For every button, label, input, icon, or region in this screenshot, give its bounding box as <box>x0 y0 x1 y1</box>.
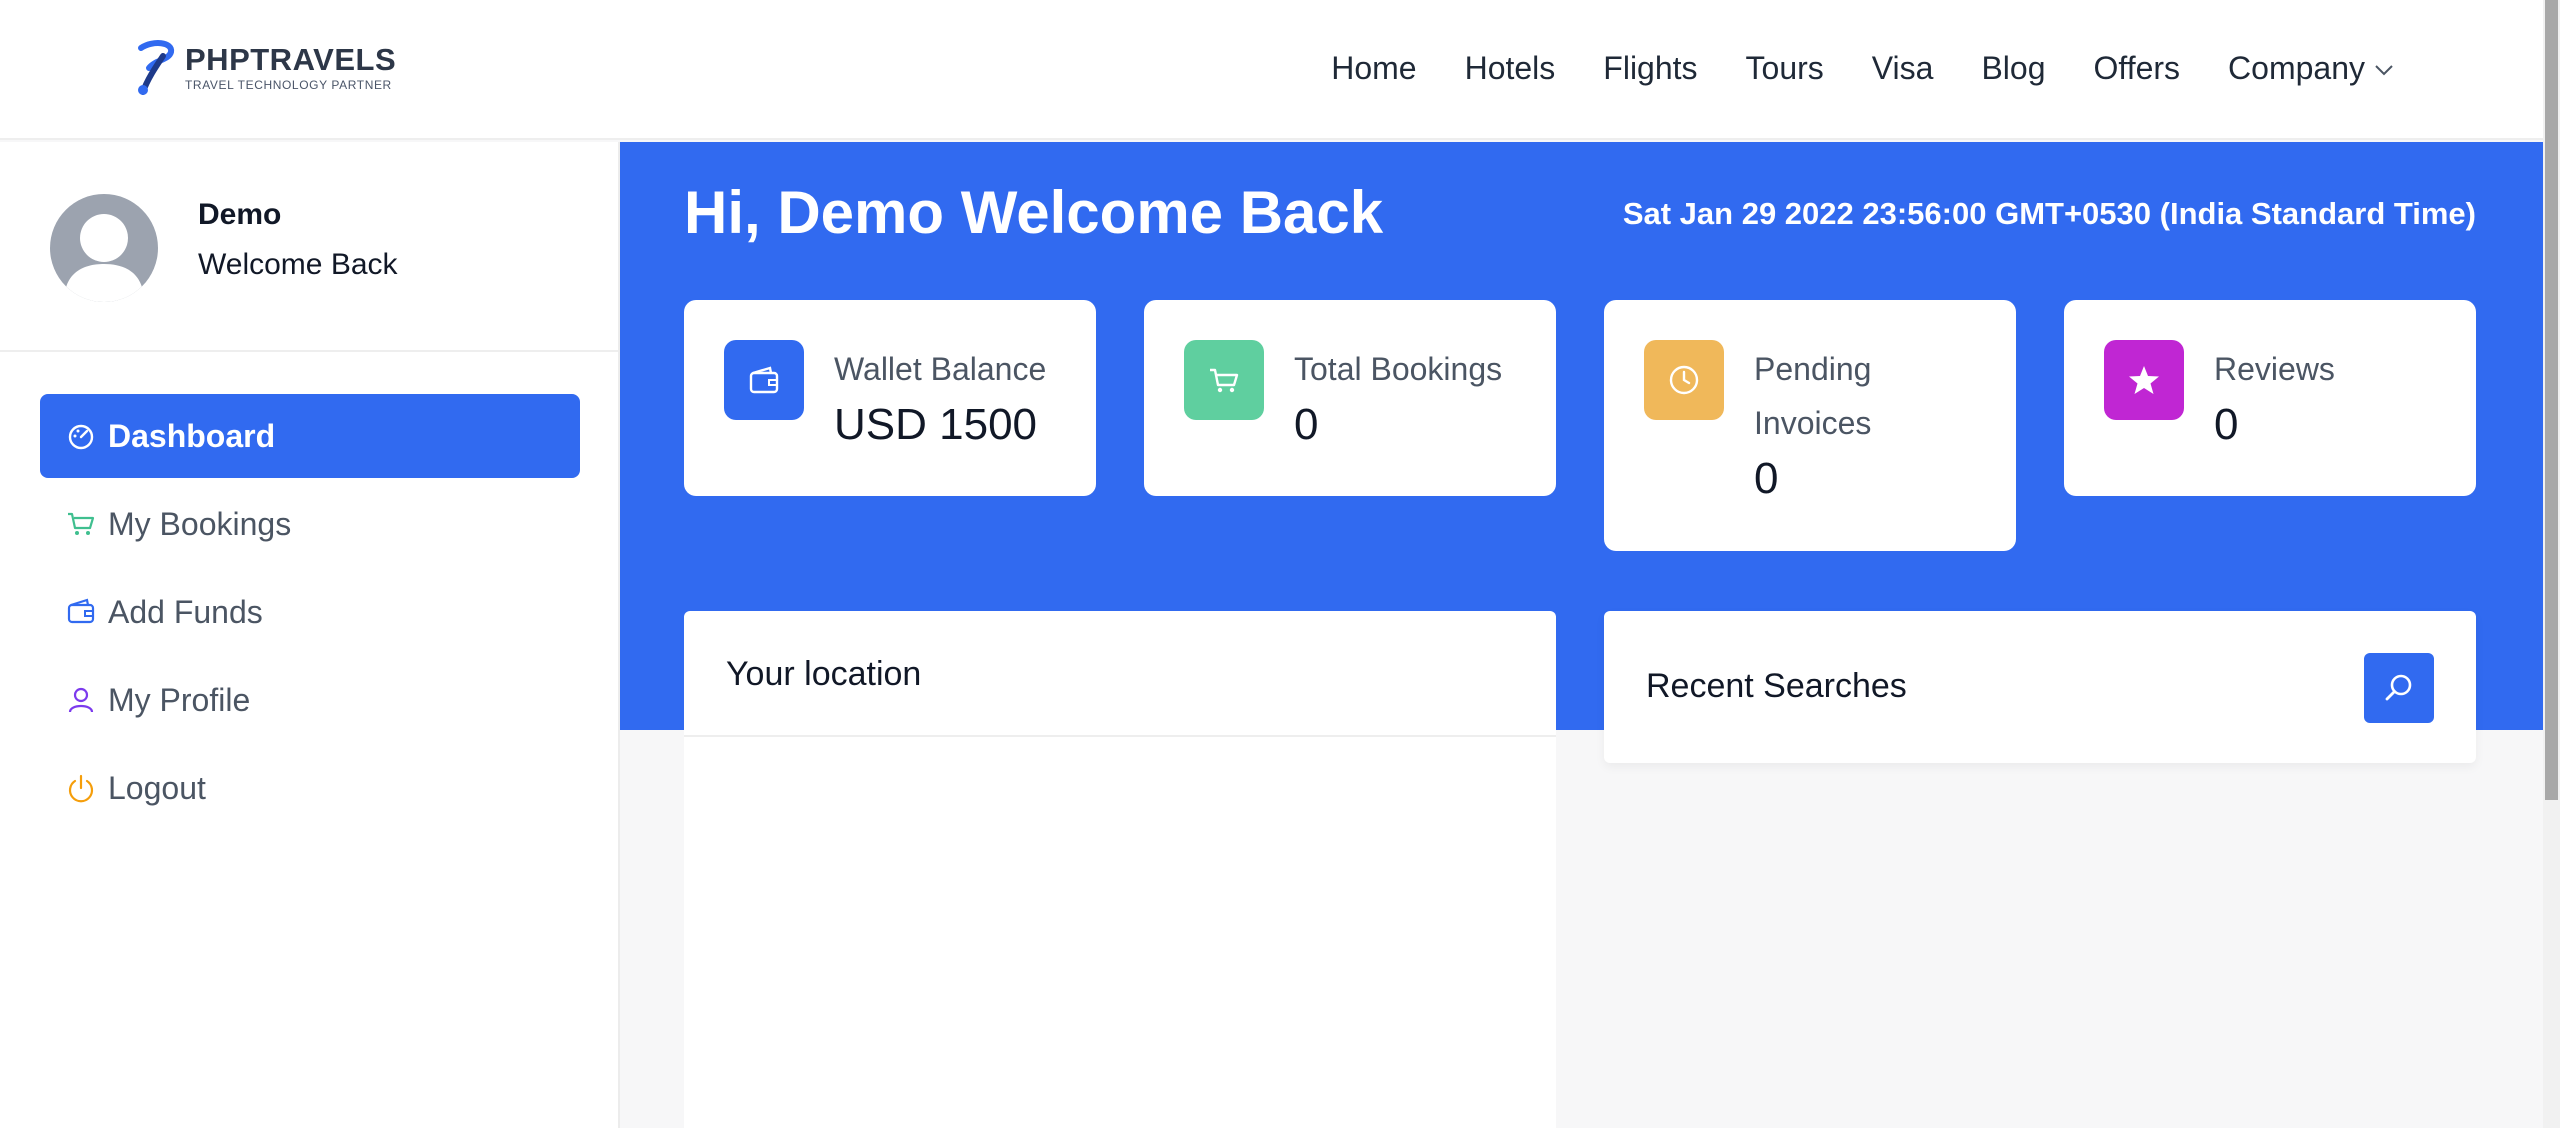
stat-icon-box <box>724 340 804 420</box>
recent-searches-title: Recent Searches <box>1646 667 1907 705</box>
stat-label: Pending Invoices <box>1754 351 1872 441</box>
star-icon <box>2129 366 2159 394</box>
user-icon <box>68 687 94 713</box>
chevron-down-icon <box>2375 65 2393 76</box>
sidebar-item-label: My Bookings <box>108 505 292 542</box>
stat-value: 0 <box>1294 400 1319 449</box>
stat-icon-box <box>1184 340 1264 420</box>
nav-blog[interactable]: Blog <box>1981 46 2045 90</box>
nav-visa[interactable]: Visa <box>1872 46 1934 90</box>
sidebar-item-label: My Profile <box>108 681 251 718</box>
profile-block: Demo Welcome Back <box>0 142 618 352</box>
wallet-icon <box>67 598 95 624</box>
sidebar-item-logout[interactable]: Logout <box>40 746 580 830</box>
top-header: PHPTRAVELS TRAVEL TECHNOLOGY PARTNER Hom… <box>0 0 2543 140</box>
sidebar-item-my-profile[interactable]: My Profile <box>40 658 580 742</box>
search-icon <box>2385 674 2412 701</box>
avatar <box>50 194 158 302</box>
sidebar-item-label: Dashboard <box>108 417 276 454</box>
user-silhouette-icon <box>64 214 144 302</box>
dashboard-gauge-icon <box>68 424 94 450</box>
nav-company-label: Company <box>2228 50 2365 86</box>
stat-value: 0 <box>2214 400 2239 449</box>
sidebar-item-label: Logout <box>108 769 206 806</box>
stat-icon-box <box>1644 340 1724 420</box>
nav-flights[interactable]: Flights <box>1603 46 1697 90</box>
page-title: Hi, Demo Welcome Back <box>684 179 1384 246</box>
brand-logo[interactable]: PHPTRAVELS TRAVEL TECHNOLOGY PARTNER <box>133 38 396 98</box>
panel-divider <box>684 735 1556 737</box>
stat-card-bookings[interactable]: Total Bookings 0 <box>1144 300 1556 496</box>
sidebar-item-label: Add Funds <box>108 593 263 630</box>
nav-offers[interactable]: Offers <box>2094 46 2181 90</box>
sidebar-menu: Dashboard My Bookings Add Funds My Profi… <box>40 394 580 834</box>
cart-icon <box>1210 368 1239 393</box>
nav-company[interactable]: Company <box>2228 46 2395 90</box>
stat-card-pending-invoices[interactable]: Pending Invoices 0 <box>1604 300 2016 551</box>
stat-value: USD 1500 <box>834 400 1038 449</box>
power-icon <box>68 774 94 803</box>
sidebar-item-add-funds[interactable]: Add Funds <box>40 570 580 654</box>
current-datetime: Sat Jan 29 2022 23:56:00 GMT+0530 (India… <box>1622 196 2476 231</box>
profile-subtitle: Welcome Back <box>198 248 398 281</box>
sidebar-item-dashboard[interactable]: Dashboard <box>40 394 580 478</box>
stat-label: Reviews <box>2214 351 2335 387</box>
brand-name: PHPTRAVELS <box>185 42 397 77</box>
stat-label: Wallet Balance <box>834 351 1047 387</box>
stat-label: Total Bookings <box>1294 351 1503 387</box>
location-panel: Your location <box>684 611 1556 1128</box>
recent-searches-button[interactable] <box>2364 653 2434 723</box>
cart-icon <box>68 512 95 535</box>
nav-home[interactable]: Home <box>1331 46 1416 90</box>
stat-card-reviews[interactable]: Reviews 0 <box>2064 300 2476 496</box>
stat-value: 0 <box>1754 454 1779 503</box>
profile-name: Demo <box>198 198 282 231</box>
sidebar-item-my-bookings[interactable]: My Bookings <box>40 482 580 566</box>
stat-icon-box <box>2104 340 2184 420</box>
nav-tours[interactable]: Tours <box>1746 46 1824 90</box>
nav-hotels[interactable]: Hotels <box>1465 46 1556 90</box>
main-nav: Home Hotels Flights Tours Visa Blog Offe… <box>1331 46 2395 90</box>
brand-tagline: TRAVEL TECHNOLOGY PARTNER <box>185 78 392 92</box>
logo-mark-icon <box>138 40 174 95</box>
location-panel-title: Your location <box>726 655 922 693</box>
scrollbar-thumb[interactable] <box>2545 0 2558 800</box>
clock-icon <box>1669 365 1699 395</box>
sidebar: Demo Welcome Back Dashboard My Bookings <box>0 142 620 1128</box>
page-scrollbar[interactable] <box>2543 0 2560 1128</box>
recent-searches-panel: Recent Searches <box>1604 611 2476 763</box>
wallet-icon <box>749 366 779 394</box>
stat-card-wallet[interactable]: Wallet Balance USD 1500 <box>684 300 1096 496</box>
